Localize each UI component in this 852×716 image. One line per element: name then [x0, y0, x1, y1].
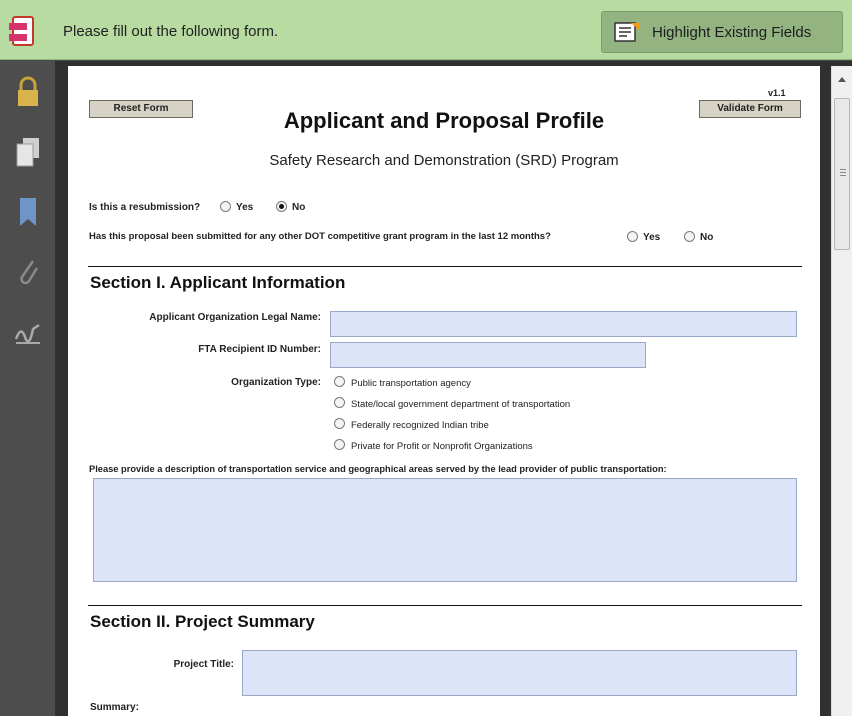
other-dot-yes-radio[interactable] — [627, 231, 638, 242]
form-version: v1.1 — [768, 88, 786, 98]
org-type-option: State/local government department of tra… — [351, 399, 571, 410]
highlight-fields-icon — [614, 22, 639, 42]
recipient-id-field[interactable] — [330, 342, 646, 368]
org-type-option: Federally recognized Indian tribe — [351, 420, 489, 431]
summary-label: Summary: — [90, 702, 139, 713]
vertical-scrollbar[interactable] — [831, 66, 852, 716]
other-dot-question: Has this proposal been submitted for any… — [89, 231, 551, 242]
org-type-option: Private for Profit or Nonprofit Organiza… — [351, 441, 533, 452]
form-title: Applicant and Proposal Profile — [283, 108, 605, 133]
resubmission-no-radio[interactable] — [276, 201, 287, 212]
pages-icon[interactable] — [13, 135, 43, 169]
lock-icon[interactable] — [13, 75, 43, 109]
form-notification-bar: Please fill out the following form. High… — [0, 0, 852, 60]
org-type-radio-indian-tribe[interactable] — [334, 418, 345, 429]
other-dot-no-label: No — [700, 232, 714, 243]
resubmission-yes-radio[interactable] — [220, 201, 231, 212]
section-divider — [88, 605, 802, 606]
bookmark-icon[interactable] — [13, 195, 43, 229]
description-label: Please provide a description of transpor… — [89, 464, 667, 474]
resubmission-no-label: No — [292, 202, 306, 213]
form-subtitle: Safety Research and Demonstration (SRD) … — [269, 152, 619, 169]
resubmission-yes-label: Yes — [236, 202, 254, 213]
notification-message: Please fill out the following form. — [63, 23, 279, 40]
section-1-heading: Section I. Applicant Information — [90, 273, 346, 292]
highlight-button-label: Highlight Existing Fields — [652, 24, 812, 41]
section-divider — [88, 266, 802, 267]
org-type-radio-state-local-dot[interactable] — [334, 397, 345, 408]
legal-name-label: Applicant Organization Legal Name: — [149, 312, 321, 323]
form-fields-icon — [9, 16, 34, 46]
description-textarea[interactable] — [93, 478, 797, 582]
project-title-field[interactable] — [242, 650, 797, 696]
other-dot-no-radio[interactable] — [684, 231, 695, 242]
attachment-icon[interactable] — [13, 255, 43, 289]
recipient-id-label: FTA Recipient ID Number: — [198, 344, 321, 355]
highlight-existing-fields-button[interactable]: Highlight Existing Fields — [601, 11, 843, 53]
org-type-radio-public-agency[interactable] — [334, 376, 345, 387]
scroll-thumb[interactable] — [834, 98, 850, 250]
resubmission-question: Is this a resubmission? — [89, 202, 201, 213]
section-2-heading: Section II. Project Summary — [90, 612, 315, 631]
project-title-label: Project Title: — [173, 659, 234, 670]
other-dot-yes-label: Yes — [643, 232, 661, 243]
scroll-up-arrow-icon[interactable] — [832, 66, 852, 94]
org-type-radio-private-nonprofit[interactable] — [334, 439, 345, 450]
form-page: Reset Form Validate Form v1.1 Applicant … — [68, 66, 820, 716]
org-type-option: Public transportation agency — [351, 378, 471, 389]
signature-icon[interactable] — [13, 315, 43, 349]
legal-name-field[interactable] — [330, 311, 797, 337]
org-type-label: Organization Type: — [231, 377, 321, 388]
left-navigation-pane — [0, 61, 55, 716]
